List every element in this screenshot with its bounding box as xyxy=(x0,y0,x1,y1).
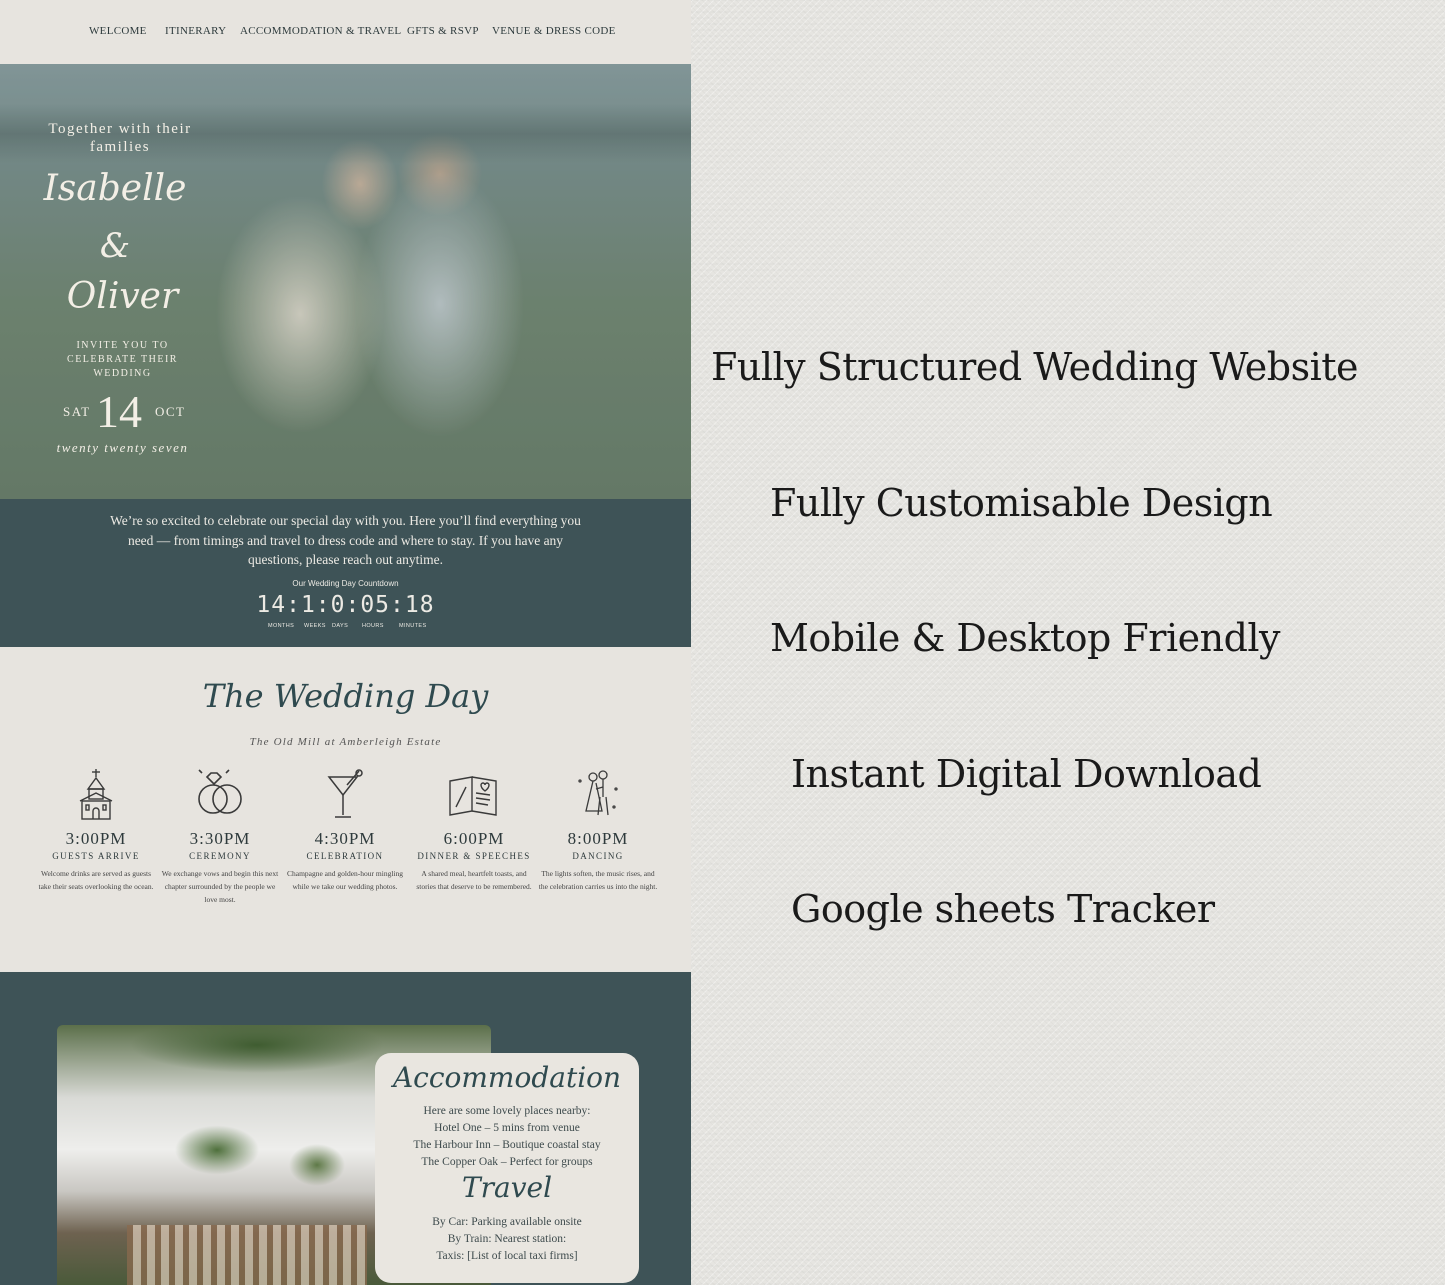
event-label: CELEBRATION xyxy=(306,851,384,861)
dancing-couple-icon xyxy=(578,770,618,816)
hero-year: twenty twenty seven xyxy=(56,440,189,455)
travel-line: By Car: Parking available onsite xyxy=(432,1216,582,1228)
itinerary-event: 6:00PM DINNER & SPEECHES A shared meal, … xyxy=(414,767,534,893)
event-description: Champagne and golden-hour mingling while… xyxy=(286,869,404,891)
hero-ampersand: & xyxy=(99,226,131,266)
countdown-title: Our Wedding Day Countdown xyxy=(292,579,399,588)
feature-mobile-desktop: Mobile & Desktop Friendly xyxy=(770,616,1281,660)
rings-icon xyxy=(198,769,242,814)
cocktail-icon xyxy=(327,769,363,818)
event-description: A shared meal, heartfelt toasts, and sto… xyxy=(416,869,532,891)
feature-structured-website: Fully Structured Wedding Website xyxy=(711,345,1359,389)
accommodation-title: Accommodation xyxy=(392,1061,622,1094)
itinerary-event: 3:00PM GUESTS ARRIVE Welcome drinks are … xyxy=(36,767,156,893)
event-time: 6:00PM xyxy=(443,829,505,848)
feature-instant-download: Instant Digital Download xyxy=(791,752,1262,796)
accommodation-travel-section: Accommodation Here are some lovely place… xyxy=(0,972,691,1285)
welcome-intro-section: We’re so excited to celebrate our specia… xyxy=(0,499,691,647)
itinerary-event: 4:30PM CELEBRATION Champagne and golden-… xyxy=(285,767,405,893)
travel-line: By Train: Nearest station: xyxy=(447,1233,567,1245)
event-label: DINNER & SPEECHES xyxy=(417,851,531,861)
travel-line: Taxis: [List of local taxi firms] xyxy=(436,1250,578,1262)
nav-venue-dress-code[interactable]: VENUE & DRESS CODE xyxy=(492,25,616,37)
countdown-label-hours: HOURS xyxy=(362,623,384,629)
event-label: GUESTS ARRIVE xyxy=(52,851,140,861)
feature-google-sheets-tracker: Google sheets Tracker xyxy=(791,887,1215,931)
event-label: CEREMONY xyxy=(189,851,251,861)
event-time: 3:30PM xyxy=(189,829,251,848)
event-label: DANCING xyxy=(572,851,624,861)
event-time: 3:00PM xyxy=(65,829,127,848)
itinerary-event: 3:30PM CEREMONY We exchange vows and beg… xyxy=(160,767,280,906)
wedding-day-title: The Wedding Day xyxy=(202,677,489,715)
feature-customisable-design: Fully Customisable Design xyxy=(770,481,1273,525)
hero-name-groom: Oliver xyxy=(66,276,179,317)
countdown-value: 14:1:0:05:18 xyxy=(256,592,435,618)
hero-name-bride: Isabelle xyxy=(43,168,187,209)
accommodation-line: Hotel One – 5 mins from venue xyxy=(434,1122,580,1134)
nav-itinerary[interactable]: ITINERARY xyxy=(165,25,226,37)
event-time: 8:00PM xyxy=(567,829,629,848)
hero-invite-text: INVITE YOU TO CELEBRATE THEIR WEDDING xyxy=(67,340,178,379)
hero-weekday: SAT xyxy=(63,404,91,419)
wedding-website-preview: WELCOME ITINERARY ACCOMMODATION & TRAVEL… xyxy=(0,0,691,1285)
feature-list-panel: Fully Structured Wedding Website Fully C… xyxy=(691,0,1445,1285)
accommodation-line: The Copper Oak – Perfect for groups xyxy=(421,1156,593,1168)
hero-together-text: Together with their families xyxy=(48,121,192,155)
event-time: 4:30PM xyxy=(314,829,376,848)
hero-month: OCT xyxy=(155,404,186,419)
chapel-icon xyxy=(79,769,113,820)
accommodation-line: The Harbour Inn – Boutique coastal stay xyxy=(413,1139,601,1151)
nav-gifts-rsvp[interactable]: GFTS & RSVP xyxy=(407,25,479,37)
menu-book-icon xyxy=(449,776,497,816)
welcome-message: We’re so excited to celebrate our specia… xyxy=(110,513,581,567)
wedding-day-venue: The Old Mill at Amberleigh Estate xyxy=(249,736,442,748)
nav-welcome[interactable]: WELCOME xyxy=(89,25,147,37)
travel-title: Travel xyxy=(461,1171,553,1204)
accommodation-line: Here are some lovely places nearby: xyxy=(423,1105,591,1117)
top-navigation: WELCOME ITINERARY ACCOMMODATION & TRAVEL… xyxy=(0,0,691,64)
accommodation-card: Accommodation Here are some lovely place… xyxy=(375,1053,639,1283)
wedding-day-section: The Wedding Day The Old Mill at Amberlei… xyxy=(0,647,691,972)
itinerary-event: 8:00PM DANCING The lights soften, the mu… xyxy=(538,767,658,893)
countdown-label-days: DAYS xyxy=(332,623,349,629)
hero-couple-photo: Together with their families Isabelle & … xyxy=(0,64,691,499)
event-description: The lights soften, the music rises, and … xyxy=(538,869,658,891)
event-description: We exchange vows and begin this next cha… xyxy=(161,869,279,904)
nav-accommodation-travel[interactable]: ACCOMMODATION & TRAVEL xyxy=(240,25,401,37)
hero-day-number: 14 xyxy=(96,386,142,437)
countdown-label-weeks: WEEKS xyxy=(304,623,326,629)
event-description: Welcome drinks are served as guests take… xyxy=(38,869,154,891)
countdown-label-minutes: MINUTES xyxy=(399,623,427,629)
countdown-label-months: MONTHS xyxy=(268,623,295,629)
photo-tables xyxy=(127,1225,367,1285)
